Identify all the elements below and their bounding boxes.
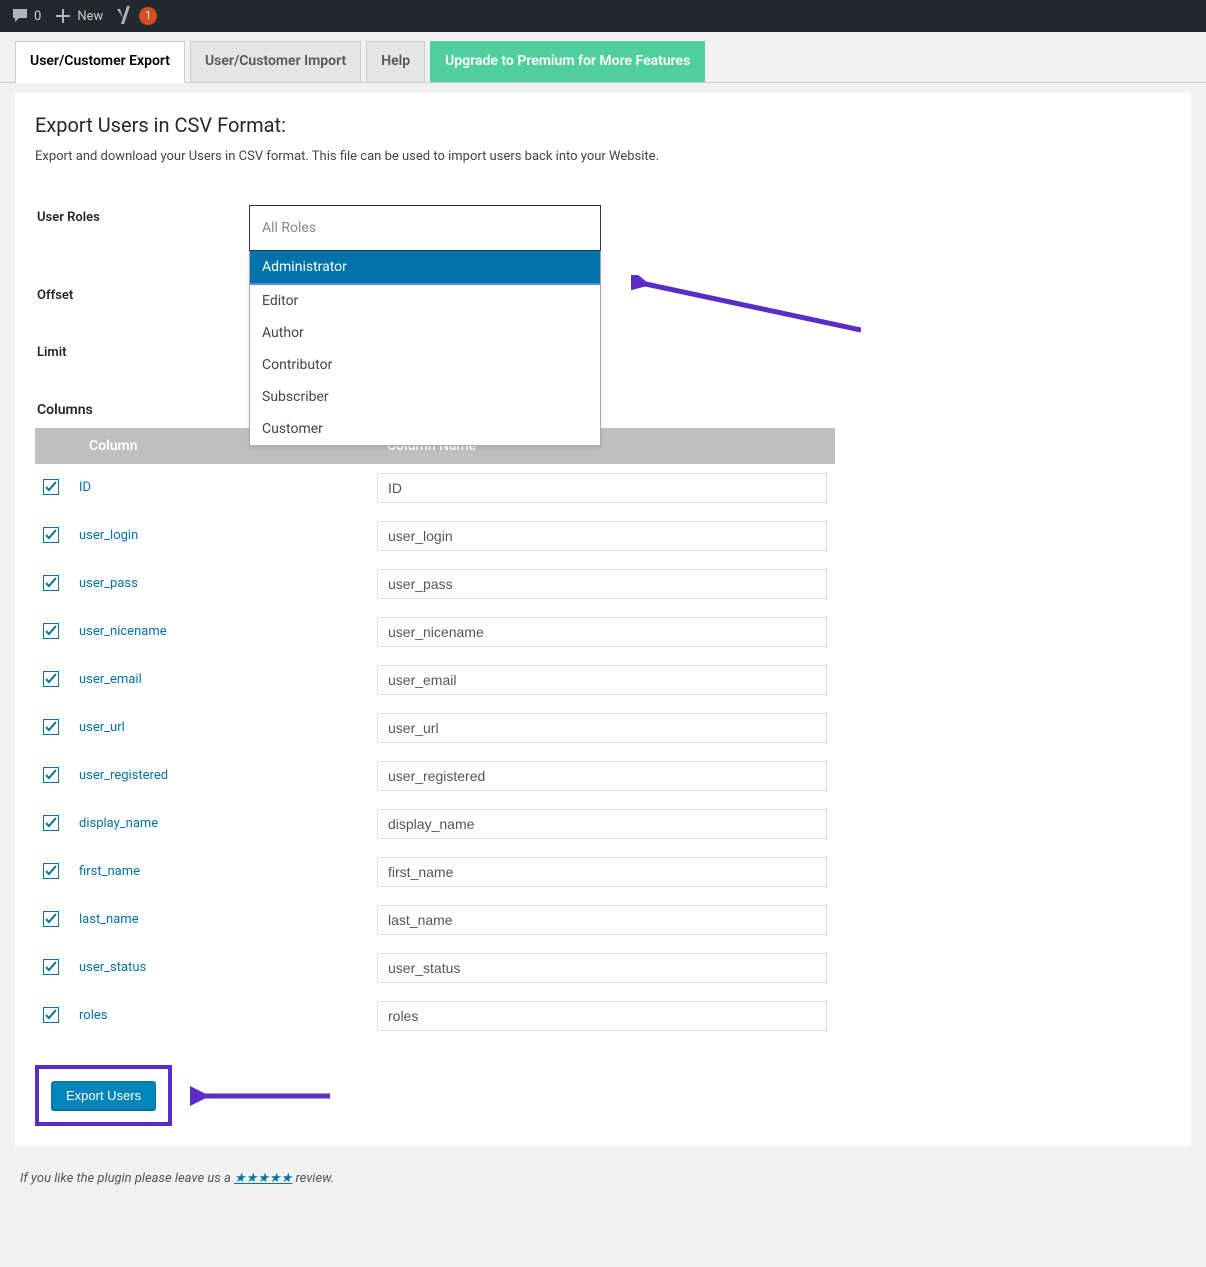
column-name-input[interactable] (377, 473, 827, 503)
comments-count: 0 (34, 9, 41, 24)
adminbar-comments[interactable]: 0 (10, 6, 41, 26)
adminbar-seo[interactable]: 1 (115, 6, 157, 26)
table-row: user_url (35, 704, 835, 752)
column-checkbox[interactable] (43, 911, 59, 927)
table-row: user_pass (35, 560, 835, 608)
role-option-contributor[interactable]: Contributor (250, 349, 600, 381)
role-option-administrator[interactable]: Administrator (250, 251, 600, 285)
column-label: first_name (71, 848, 369, 896)
column-label: user_url (71, 704, 369, 752)
page-title: Export Users in CSV Format: (35, 113, 1171, 137)
table-row: roles (35, 992, 835, 1040)
column-name-input[interactable] (377, 905, 827, 935)
adminbar-new[interactable]: New (53, 6, 103, 26)
admin-bar: 0 New 1 (0, 0, 1206, 32)
column-name-input[interactable] (377, 569, 827, 599)
table-row: user_nicename (35, 608, 835, 656)
role-option-editor[interactable]: Editor (250, 285, 600, 317)
roles-dropdown: Administrator Editor Author Contributor … (249, 251, 601, 446)
column-label: user_pass (71, 560, 369, 608)
columns-heading: Columns (37, 402, 1171, 418)
col-header-check (35, 428, 71, 464)
column-name-input[interactable] (377, 713, 827, 743)
column-checkbox[interactable] (43, 959, 59, 975)
column-name-input[interactable] (377, 665, 827, 695)
column-checkbox[interactable] (43, 623, 59, 639)
tab-export[interactable]: User/Customer Export (15, 41, 185, 83)
tab-help[interactable]: Help (366, 41, 425, 82)
export-users-button[interactable]: Export Users (51, 1081, 156, 1110)
user-roles-label: User Roles (37, 190, 237, 266)
table-row: display_name (35, 800, 835, 848)
notif-badge: 1 (139, 7, 157, 25)
column-name-input[interactable] (377, 617, 827, 647)
limit-label: Limit (37, 325, 237, 380)
footer-prefix: If you like the plugin please leave us a (20, 1171, 234, 1186)
column-label: roles (71, 992, 369, 1040)
column-label: user_login (71, 512, 369, 560)
column-label: user_email (71, 656, 369, 704)
column-checkbox[interactable] (43, 479, 59, 495)
column-name-input[interactable] (377, 761, 827, 791)
table-row: last_name (35, 896, 835, 944)
page-description: Export and download your Users in CSV fo… (35, 149, 1171, 164)
main-wrap: Export Users in CSV Format: Export and d… (15, 93, 1191, 1146)
new-label: New (77, 9, 103, 24)
comment-icon (10, 6, 30, 26)
column-label: user_nicename (71, 608, 369, 656)
column-checkbox[interactable] (43, 863, 59, 879)
table-row: user_registered (35, 752, 835, 800)
footer-suffix: review. (292, 1171, 334, 1186)
column-checkbox[interactable] (43, 815, 59, 831)
role-option-author[interactable]: Author (250, 317, 600, 349)
column-name-input[interactable] (377, 521, 827, 551)
column-label: display_name (71, 800, 369, 848)
column-checkbox[interactable] (43, 719, 59, 735)
user-roles-select[interactable]: All Roles Administrator Editor Author Co… (249, 205, 601, 251)
annotation-arrow-icon (190, 1086, 330, 1106)
role-option-subscriber[interactable]: Subscriber (250, 381, 600, 413)
column-label: user_registered (71, 752, 369, 800)
columns-table: Column Column Name IDuser_loginuser_pass… (35, 428, 835, 1040)
yoast-icon (115, 6, 135, 26)
table-row: user_email (35, 656, 835, 704)
column-name-input[interactable] (377, 953, 827, 983)
column-label: last_name (71, 896, 369, 944)
column-checkbox[interactable] (43, 671, 59, 687)
footer-stars-link[interactable]: ★★★★★ (234, 1171, 292, 1186)
column-checkbox[interactable] (43, 527, 59, 543)
column-name-input[interactable] (377, 1001, 827, 1031)
plus-icon (53, 6, 73, 26)
footer-note: If you like the plugin please leave us a… (0, 1156, 1206, 1201)
column-name-input[interactable] (377, 857, 827, 887)
table-row: user_status (35, 944, 835, 992)
export-highlight-box: Export Users (35, 1065, 172, 1126)
column-checkbox[interactable] (43, 1007, 59, 1023)
column-label: ID (71, 464, 369, 512)
role-option-customer[interactable]: Customer (250, 413, 600, 445)
offset-label: Offset (37, 268, 237, 323)
nav-tabs: User/Customer Export User/Customer Impor… (0, 32, 1206, 83)
column-label: user_status (71, 944, 369, 992)
column-checkbox[interactable] (43, 575, 59, 591)
table-row: user_login (35, 512, 835, 560)
table-row: ID (35, 464, 835, 512)
tab-import[interactable]: User/Customer Import (190, 41, 361, 82)
tab-upgrade[interactable]: Upgrade to Premium for More Features (430, 41, 705, 82)
table-row: first_name (35, 848, 835, 896)
form-table: User Roles All Roles Administrator Edito… (35, 188, 1171, 382)
column-checkbox[interactable] (43, 767, 59, 783)
column-name-input[interactable] (377, 809, 827, 839)
roles-placeholder[interactable]: All Roles (249, 205, 601, 251)
